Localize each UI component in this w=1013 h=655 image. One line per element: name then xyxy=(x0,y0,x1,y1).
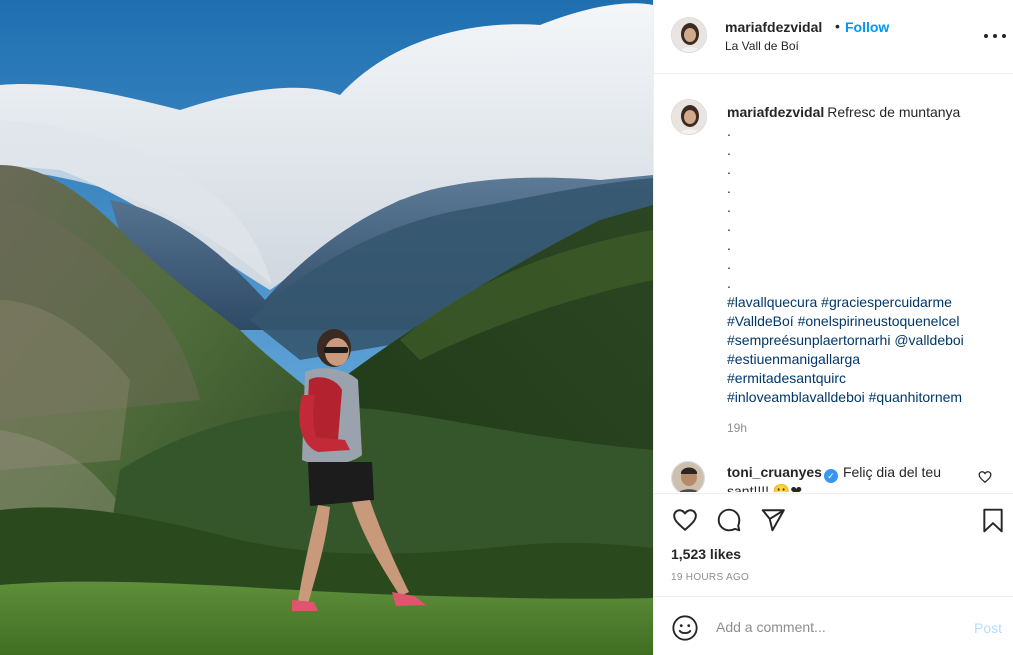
caption-dot: . xyxy=(727,180,731,196)
comment-icon[interactable] xyxy=(715,507,743,533)
post-header: mariafdezvidal • Follow La Vall de Boí xyxy=(654,0,1013,74)
post-location[interactable]: La Vall de Boí xyxy=(725,39,799,53)
add-comment-input[interactable] xyxy=(716,615,966,639)
caption-time-ago[interactable]: 19h xyxy=(727,421,747,435)
caption-dot: . xyxy=(727,161,731,177)
hashtag-line[interactable]: #sempreésunplaertornarhi @valldeboi xyxy=(727,331,999,350)
heart-icon[interactable] xyxy=(671,507,699,533)
separator-dot: • xyxy=(835,18,840,34)
post-username[interactable]: mariafdezvidal xyxy=(725,19,822,35)
verified-badge-icon: ✓ xyxy=(823,469,838,483)
mountain-landscape-image xyxy=(0,0,653,655)
follow-button[interactable]: Follow xyxy=(845,19,889,35)
caption-avatar[interactable] xyxy=(671,99,707,135)
more-options-icon[interactable] xyxy=(984,26,1006,46)
comment-text-continued: sant!!!! 🙂❤ xyxy=(727,483,803,492)
post-caption: mariafdezvidal Refresc de muntanya . . . … xyxy=(727,103,999,407)
commenter-avatar[interactable] xyxy=(671,461,705,492)
bookmark-icon[interactable] xyxy=(980,507,1006,534)
comment-like-heart-icon[interactable] xyxy=(978,470,992,484)
caption-dot: . xyxy=(727,275,731,291)
post-comment-button[interactable]: Post xyxy=(974,620,1002,636)
comment-username[interactable]: toni_cruanyes xyxy=(727,464,822,480)
caption-dot: . xyxy=(727,199,731,215)
comments-section[interactable]: mariafdezvidal Refresc de muntanya . . . … xyxy=(654,75,1013,492)
comment-text: Feliç dia del teu xyxy=(842,464,941,480)
comment-row: toni_cruanyes ✓ Feliç dia del teu xyxy=(727,463,987,483)
post-timestamp[interactable]: 19 HOURS AGO xyxy=(671,572,749,583)
caption-dot: . xyxy=(727,256,731,272)
post-actions: 1,523 likes 19 HOURS AGO xyxy=(654,493,1013,595)
caption-text: Refresc de muntanya xyxy=(827,104,961,120)
hashtag-line[interactable]: #ValldeBoí #onelspirineustoquenelcel xyxy=(727,312,999,331)
emoji-icon[interactable] xyxy=(671,614,699,642)
caption-dot: . xyxy=(727,123,731,139)
hashtag-line[interactable]: #inloveamblavalldeboi #quanhitornem xyxy=(727,388,999,407)
caption-dot: . xyxy=(727,218,731,234)
hashtag-line[interactable]: #estiuenmanigallarga xyxy=(727,350,999,369)
post-photo[interactable] xyxy=(0,0,653,655)
caption-dots: . . . . . . . . . xyxy=(727,122,999,293)
hashtag-line[interactable]: #ermitadesantquirc xyxy=(727,369,999,388)
profile-avatar[interactable] xyxy=(671,17,707,53)
caption-dot: . xyxy=(727,237,731,253)
hashtag-block: #lavallquecura #graciespercuidarme #Vall… xyxy=(727,293,999,407)
share-icon[interactable] xyxy=(759,507,787,533)
post-side-panel: mariafdezvidal • Follow La Vall de Boí m… xyxy=(653,0,1013,655)
hashtag-line[interactable]: #lavallquecura #graciespercuidarme xyxy=(727,293,999,312)
caption-dot: . xyxy=(727,142,731,158)
likes-count[interactable]: 1,523 likes xyxy=(671,546,741,562)
add-comment-bar: Post xyxy=(654,596,1013,655)
caption-username[interactable]: mariafdezvidal xyxy=(727,104,824,120)
